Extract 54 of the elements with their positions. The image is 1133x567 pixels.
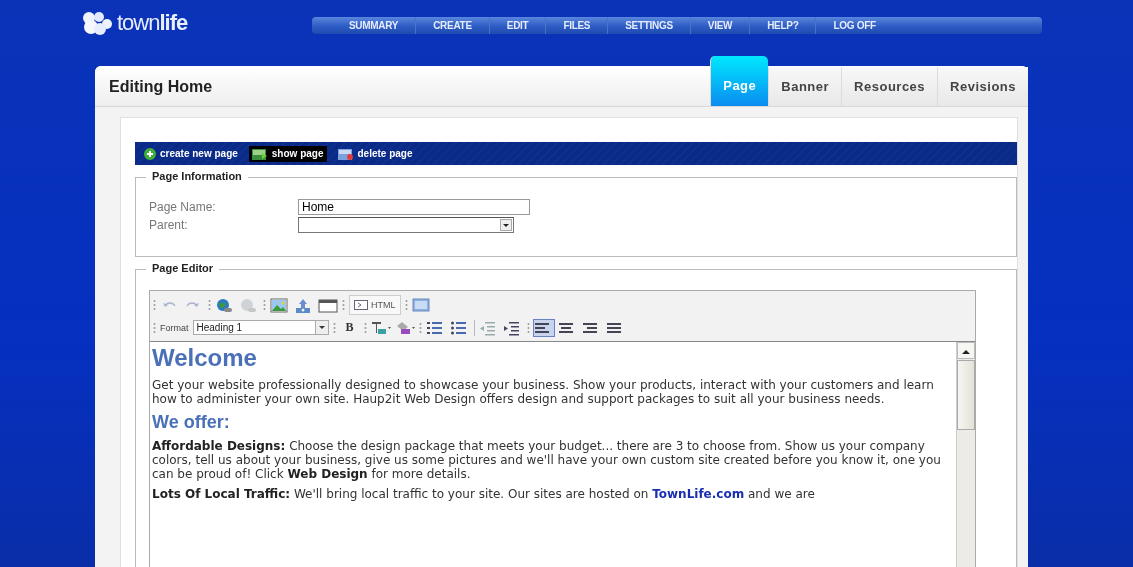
align-left-icon[interactable] bbox=[533, 319, 554, 336]
subheading: We offer: bbox=[152, 412, 231, 433]
picture-icon[interactable] bbox=[270, 296, 290, 313]
globe-icon[interactable] bbox=[215, 296, 235, 313]
toolbar-grip-icon bbox=[153, 298, 156, 311]
format-dropdown[interactable]: Heading 1 bbox=[192, 320, 329, 335]
nav-link[interactable]: VIEW bbox=[690, 16, 751, 34]
toolbar-grip-icon bbox=[263, 298, 266, 311]
page-title: Editing Home bbox=[108, 78, 213, 97]
toolbar-grip-icon bbox=[153, 321, 156, 334]
nav-link[interactable]: EDIT bbox=[489, 16, 547, 34]
plus-circle-icon bbox=[144, 147, 156, 160]
tab[interactable]: Banner bbox=[768, 67, 842, 106]
nav-link[interactable]: LOG OFF bbox=[816, 16, 893, 34]
group-legend: Page Editor bbox=[146, 262, 220, 274]
nav-link[interactable]: SETTINGS bbox=[608, 16, 691, 34]
toolbar-grip-icon bbox=[363, 321, 367, 334]
page-name-field[interactable]: Home bbox=[298, 199, 530, 215]
nav-link[interactable]: HELP? bbox=[750, 16, 817, 34]
paragraph: Get your website professionally designed to showcase your business. Show your products, interact with your customers and learn how to administer your own site. Haup2it Web Design offers design and support packages to suit all your business needs. bbox=[152, 378, 935, 406]
group-legend: Page Information bbox=[146, 170, 248, 182]
scrollbar-thumb[interactable] bbox=[957, 360, 975, 430]
toolbar-grip-icon bbox=[526, 321, 530, 334]
page-icon bbox=[251, 147, 268, 160]
paragraph: Affordable Designs: Choose the design package that meets your budget... there are 3 to choose from. Show us your company colors, tell us about your business, give us some pictures and we'll have your own custom site created before you know it, one you can be proud of! Click Web Design for more details. bbox=[152, 439, 942, 481]
page-delete-icon bbox=[337, 147, 354, 160]
field-label: Parent: bbox=[149, 218, 189, 232]
tab[interactable]: Resources bbox=[841, 67, 938, 106]
toolbar-grip-icon bbox=[404, 298, 408, 311]
paragraph: Lots Of Local Traffic: We'll bring local traffic to your site. Our sites are hosted on TownLife.com and we are bbox=[152, 487, 816, 501]
toolbar-grip-icon bbox=[332, 321, 336, 334]
action-link[interactable]: create new page bbox=[141, 145, 241, 162]
toolbar-grip-icon bbox=[418, 321, 422, 334]
toolbar-grip-icon bbox=[208, 298, 211, 311]
tab[interactable]: Revisions bbox=[937, 67, 1028, 106]
parent-dropdown[interactable] bbox=[298, 217, 514, 233]
window-icon[interactable] bbox=[318, 296, 338, 313]
scrollbar[interactable] bbox=[956, 342, 975, 567]
bold-button[interactable]: B bbox=[339, 318, 360, 337]
toolbar-grip-icon bbox=[342, 298, 345, 311]
format-label: Format bbox=[160, 322, 189, 333]
text-color-icon[interactable] bbox=[370, 319, 391, 336]
logo-text: townlife bbox=[117, 10, 188, 36]
nav-link[interactable]: SUMMARY bbox=[332, 16, 417, 34]
link[interactable]: TownLife.com bbox=[652, 487, 745, 501]
field-label: Page Name: bbox=[149, 200, 217, 214]
nav-link[interactable]: CREATE bbox=[416, 16, 490, 34]
cloud-logo-icon bbox=[80, 10, 114, 36]
heading: Welcome bbox=[152, 344, 258, 372]
source-icon bbox=[354, 299, 368, 310]
html-button[interactable]: HTML bbox=[349, 294, 401, 315]
action-link[interactable]: delete page bbox=[334, 145, 416, 162]
nav-link[interactable]: FILES bbox=[546, 16, 609, 34]
action-link[interactable]: show page bbox=[248, 145, 327, 162]
